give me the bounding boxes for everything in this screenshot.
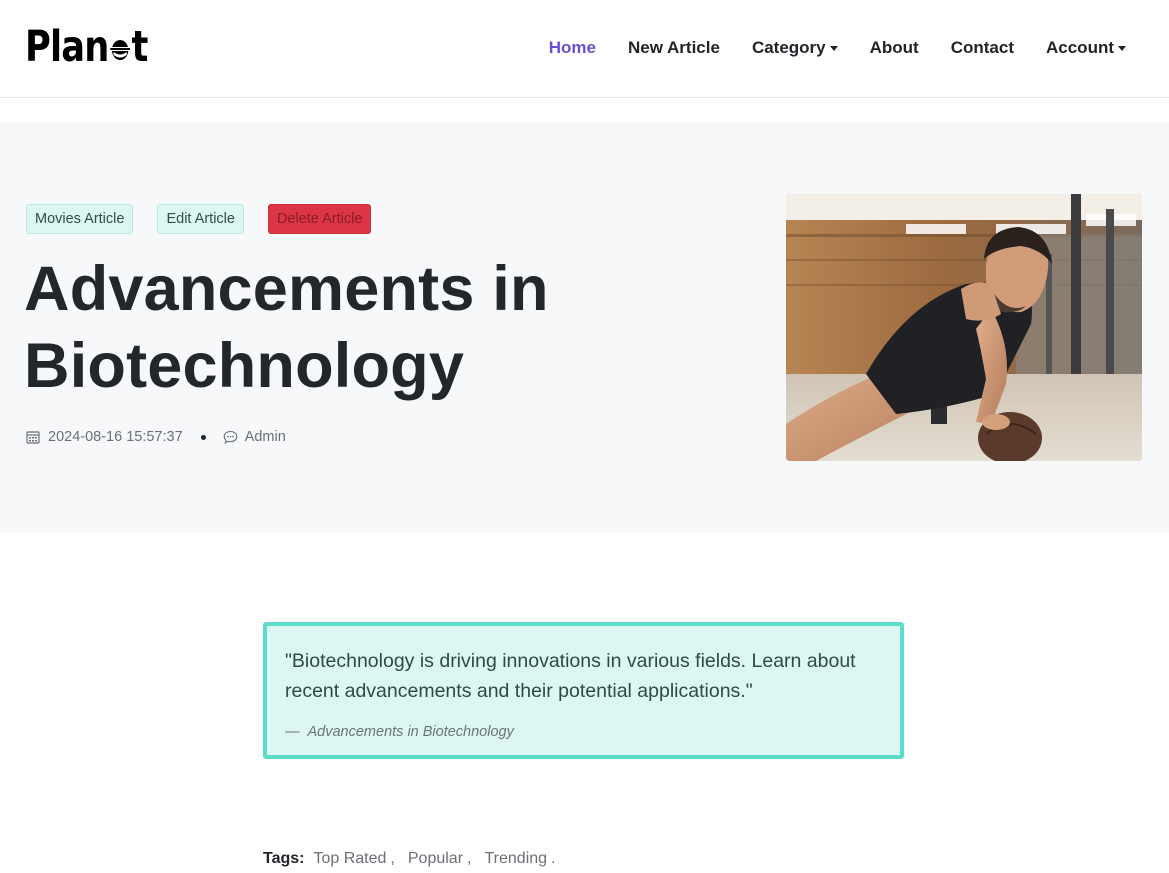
article-quote: "Biotechnology is driving innovations in… [263,622,904,759]
tags-label: Tags: [263,850,305,867]
caret-down-icon [1118,45,1126,51]
tag-trending[interactable]: Trending [484,850,547,868]
delete-article-button[interactable]: Delete Article [267,204,372,234]
calendar-icon [26,430,40,444]
article-date: 2024-08-16 15:57:37 [48,429,183,445]
quote-dash: — [285,724,300,740]
article-meta: 2024-08-16 15:57:37 Admin [26,429,286,445]
brand-logo-text: Plan t [25,22,148,72]
nav-about[interactable]: About [870,36,919,60]
brand-logo[interactable]: Plan t [25,24,174,70]
tag-end: . [551,850,556,867]
quote-source-title: Advancements in Biotechnology [307,724,514,740]
quote-source: — Advancements in Biotechnology [285,724,882,740]
category-badge[interactable]: Movies Article [26,204,134,234]
main-nav: Home New Article Category About Contact … [517,36,1126,60]
nav-category-label: Category [751,38,826,57]
article-header: Movies Article Edit Article Delete Artic… [0,122,1169,533]
article-image [786,194,1142,461]
tag-separator: , [467,850,472,867]
edit-article-button[interactable]: Edit Article [157,204,244,234]
article-actions: Movies Article Edit Article Delete Artic… [26,204,395,234]
nav-home[interactable]: Home [549,36,596,60]
nav-contact[interactable]: Contact [951,36,1014,60]
article-tags: Tags: Top Rated, Popular, Trending. [263,850,569,868]
nav-category-dropdown[interactable]: Category [752,36,838,60]
navbar: Plan t Home New Article Category About Co… [0,0,1169,98]
meta-separator [200,434,206,440]
comment-icon [223,430,238,444]
planet-icon [109,37,131,63]
tag-separator: , [390,850,395,867]
quote-text: "Biotechnology is driving innovations in… [285,650,856,702]
tag-popular[interactable]: Popular [408,850,463,868]
nav-account-label: Account [1046,38,1114,57]
tag-top-rated[interactable]: Top Rated [313,850,386,868]
nav-account-dropdown[interactable]: Account [1046,36,1126,60]
article-author[interactable]: Admin [245,429,286,445]
nav-new-article[interactable]: New Article [628,36,720,60]
caret-down-icon [829,45,838,51]
article-title: Advancements in Biotechnology [24,254,549,401]
